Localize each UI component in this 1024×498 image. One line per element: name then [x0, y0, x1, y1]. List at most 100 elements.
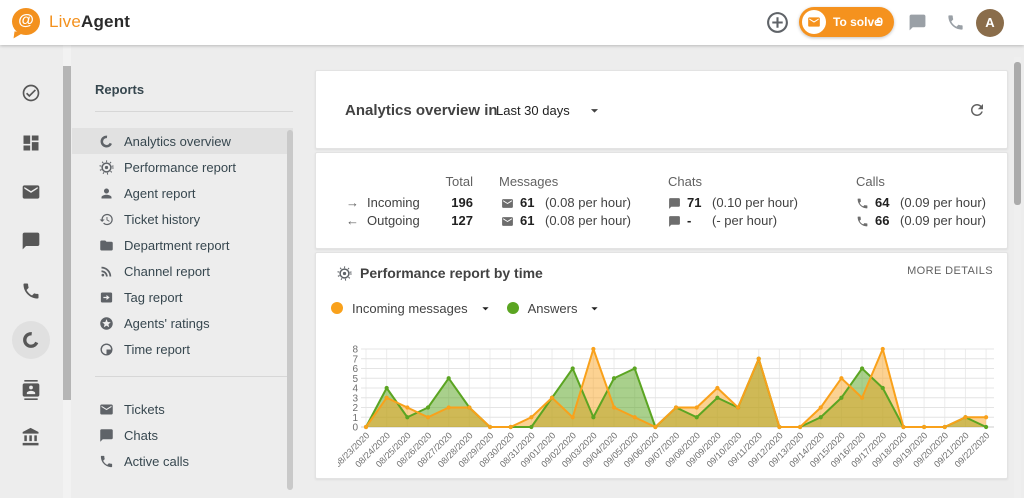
- more-details-button[interactable]: MORE DETAILS: [907, 265, 993, 277]
- total-value: 127: [416, 213, 473, 228]
- page-title: Analytics overview in: [345, 102, 498, 119]
- add-icon[interactable]: [765, 10, 790, 35]
- chart-legend: Incoming messages Answers: [331, 300, 616, 316]
- rail-item-reports-icon[interactable]: [21, 330, 41, 350]
- rail-item-company-icon[interactable]: [21, 427, 41, 447]
- brand-agent: Agent: [81, 12, 130, 31]
- tag-icon: [99, 290, 114, 305]
- y-tick-label: 1: [352, 413, 358, 424]
- sidebar-item-analytics-overview[interactable]: Analytics overview: [72, 128, 293, 154]
- rail-scrollbar-thumb[interactable]: [63, 66, 71, 400]
- sidebar-item-active-calls[interactable]: Active calls: [72, 448, 293, 474]
- legend-dot-icon: [507, 302, 519, 314]
- liveagent-logo[interactable]: @ LiveAgent: [12, 8, 130, 35]
- performance-chart: 01234567808/23/202008/24/202008/25/20200…: [338, 339, 1009, 479]
- chat-icon: [668, 215, 681, 228]
- legend-label: Incoming messages: [352, 301, 468, 316]
- chevron-down-icon[interactable]: [478, 301, 493, 316]
- sidebar-item-channel-report[interactable]: Channel report: [72, 258, 293, 284]
- sidebar-title: Reports: [95, 82, 144, 97]
- phone-icon: [99, 454, 114, 469]
- stats-row-incoming: →Incoming19661(0.08 per hour)71(0.10 per…: [316, 195, 1009, 211]
- phone-icon: [856, 215, 869, 228]
- col-header-total: Total: [416, 174, 473, 189]
- nav-rail: [0, 45, 62, 498]
- y-tick-label: 6: [352, 364, 358, 375]
- donut-icon: [99, 134, 114, 149]
- star-circle-icon: [99, 316, 114, 331]
- sidebar-item-label: Analytics overview: [124, 134, 231, 149]
- to-solve-button[interactable]: To solve 9: [799, 7, 894, 37]
- legend-item-answers[interactable]: Answers: [507, 301, 603, 316]
- rail-item-tickets-icon[interactable]: [21, 182, 41, 202]
- messages-value: 61: [520, 195, 534, 210]
- phone-icon[interactable]: [946, 13, 965, 32]
- rail-item-chats-icon[interactable]: [21, 231, 41, 251]
- legend-dot-icon: [331, 302, 343, 314]
- incoming-arrow-icon: →: [346, 195, 359, 210]
- sidebar-item-tag-report[interactable]: Tag report: [72, 284, 293, 310]
- direction-label: Incoming: [367, 195, 420, 210]
- col-header-calls: Calls: [856, 174, 885, 189]
- brand-name: LiveAgent: [49, 12, 130, 32]
- chats-rate: (0.10 per hour): [712, 195, 798, 210]
- to-solve-label: To solve: [833, 15, 881, 29]
- y-tick-label: 7: [352, 354, 358, 365]
- phone-icon: [856, 197, 869, 210]
- brand-live: Live: [49, 12, 81, 31]
- sidebar-item-agent-report[interactable]: Agent report: [72, 180, 293, 206]
- sidebar-item-label: Time report: [124, 342, 190, 357]
- y-tick-label: 4: [352, 384, 358, 395]
- calls-rate: (0.09 per hour): [900, 213, 986, 228]
- rail-item-dashboard-icon[interactable]: [21, 133, 41, 153]
- gauge-icon: [337, 266, 352, 281]
- stats-card: Total Messages Chats Calls →Incoming1966…: [315, 152, 1008, 249]
- sidebar-item-time-report[interactable]: Time report: [72, 336, 293, 362]
- chevron-down-icon[interactable]: [587, 301, 602, 316]
- logo-bubble-icon: @: [12, 8, 40, 35]
- rail-item-customers-icon[interactable]: [21, 380, 41, 400]
- sidebar-item-label: Chats: [124, 428, 158, 443]
- sidebar-item-label: Department report: [124, 238, 230, 253]
- sidebar-item-tickets[interactable]: Tickets: [72, 396, 293, 422]
- sidebar-item-label: Ticket history: [124, 212, 200, 227]
- person-icon: [99, 186, 114, 201]
- calls-value: 64: [875, 195, 889, 210]
- legend-item-incoming-messages[interactable]: Incoming messages: [331, 301, 493, 316]
- menu-scrollbar-thumb[interactable]: [287, 130, 293, 490]
- reports-menu: Analytics overviewPerformance reportAgen…: [72, 128, 293, 474]
- avatar[interactable]: A: [976, 9, 1004, 37]
- menu-section-divider: [95, 376, 293, 377]
- chevron-down-icon[interactable]: [586, 102, 603, 119]
- sidebar-item-label: Active calls: [124, 454, 189, 469]
- stats-row-outgoing: ←Outgoing12761(0.08 per hour)-(- per hou…: [316, 213, 1009, 229]
- sidebar-item-label: Agents' ratings: [124, 316, 210, 331]
- main-scrollbar-thumb[interactable]: [1014, 62, 1021, 205]
- y-tick-label: 8: [352, 345, 358, 356]
- y-tick-label: 3: [352, 393, 358, 404]
- calls-rate: (0.09 per hour): [900, 195, 986, 210]
- mail-icon: [807, 15, 821, 29]
- date-range-select[interactable]: Last 30 days: [496, 103, 570, 118]
- clock-pie-icon: [99, 342, 114, 357]
- direction-label: Outgoing: [367, 213, 420, 228]
- sidebar-item-label: Tag report: [124, 290, 183, 305]
- chat-icon[interactable]: [908, 13, 927, 32]
- messages-rate: (0.08 per hour): [545, 213, 631, 228]
- legend-label: Answers: [528, 301, 578, 316]
- sidebar-item-agents-ratings[interactable]: Agents' ratings: [72, 310, 293, 336]
- messages-value: 61: [520, 213, 534, 228]
- rail-item-calls-icon[interactable]: [21, 281, 41, 301]
- outgoing-arrow-icon: ←: [346, 213, 359, 228]
- sidebar-item-ticket-history[interactable]: Ticket history: [72, 206, 293, 232]
- folder-icon: [99, 238, 114, 253]
- refresh-icon[interactable]: [968, 101, 986, 119]
- sidebar-item-department-report[interactable]: Department report: [72, 232, 293, 258]
- rss-icon: [99, 264, 114, 279]
- y-tick-label: 2: [352, 403, 358, 414]
- rail-item-tasks-icon[interactable]: [21, 83, 41, 103]
- sidebar-item-performance-report[interactable]: Performance report: [72, 154, 293, 180]
- chats-value: -: [687, 213, 691, 228]
- sidebar-item-chats[interactable]: Chats: [72, 422, 293, 448]
- gauge-icon: [99, 160, 114, 175]
